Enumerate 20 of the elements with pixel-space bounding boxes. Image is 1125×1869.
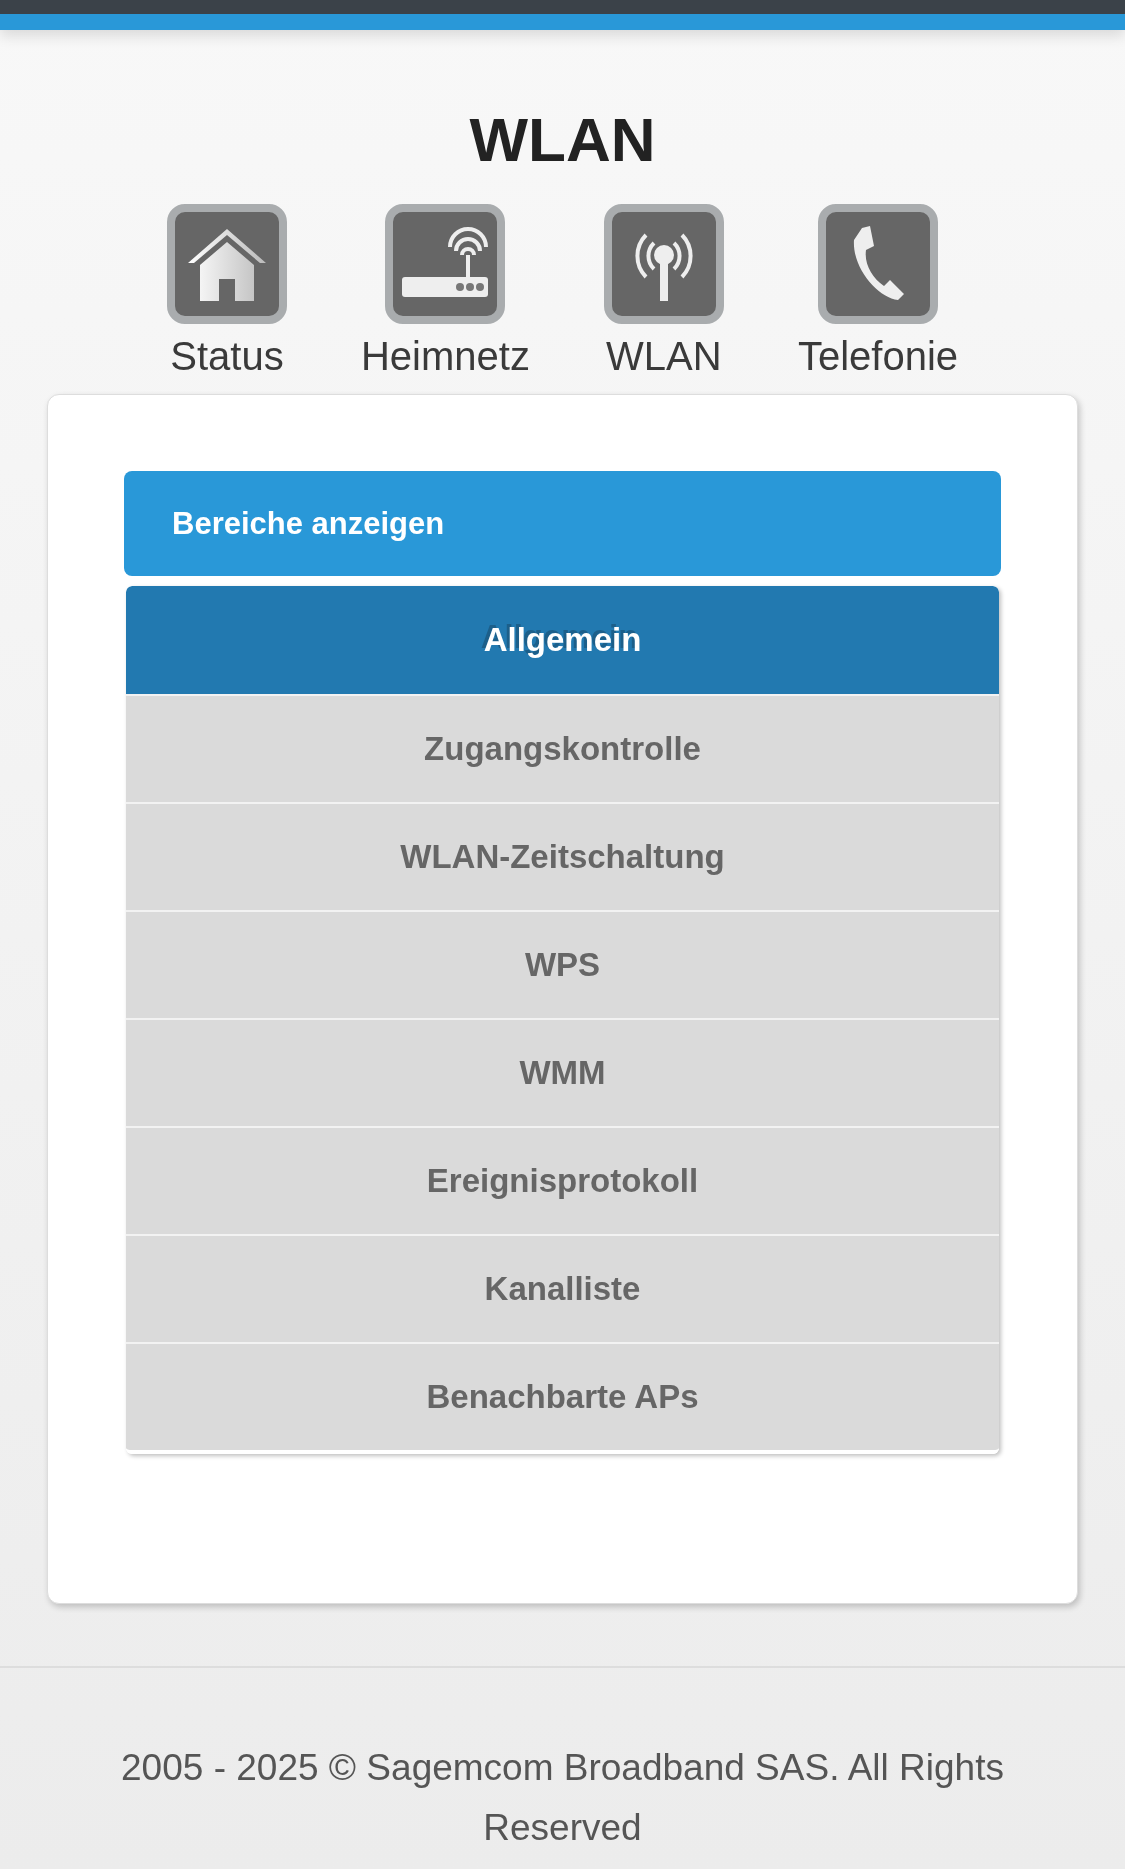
nav-link[interactable]: WLAN bbox=[603, 204, 724, 379]
menu-item[interactable]: Benachbarte APs bbox=[126, 1342, 999, 1450]
nav-label: Status bbox=[170, 334, 284, 379]
menu-item[interactable]: Zugangskontrolle bbox=[126, 694, 999, 802]
menu-item[interactable]: WLAN-Zeitschaltung bbox=[126, 802, 999, 910]
nav-label: Telefonie bbox=[797, 334, 959, 379]
nav-label: Heimnetz bbox=[360, 334, 530, 379]
menu-item[interactable]: Ereignisprotokoll bbox=[126, 1126, 999, 1234]
menu-item[interactable]: WMM bbox=[126, 1018, 999, 1126]
house-icon bbox=[187, 227, 266, 301]
nav-link[interactable]: Telefonie bbox=[797, 204, 959, 379]
nav-link[interactable]: Heimnetz bbox=[360, 204, 530, 379]
nav-link[interactable]: Status bbox=[166, 204, 287, 379]
sections-button[interactable]: Bereiche anzeigen bbox=[124, 471, 1001, 576]
menu-item[interactable]: WPS bbox=[126, 910, 999, 1018]
copyright-text: 2005 - 2025 © Sagemcom Broadband SAS. All Rights Reserved bbox=[121, 1747, 1004, 1848]
menu-item[interactable]: Kanalliste bbox=[126, 1234, 999, 1342]
menu-item[interactable]: Allgemein bbox=[126, 586, 999, 694]
page-title: WLAN bbox=[468, 104, 657, 176]
nav-label: WLAN bbox=[606, 334, 722, 379]
